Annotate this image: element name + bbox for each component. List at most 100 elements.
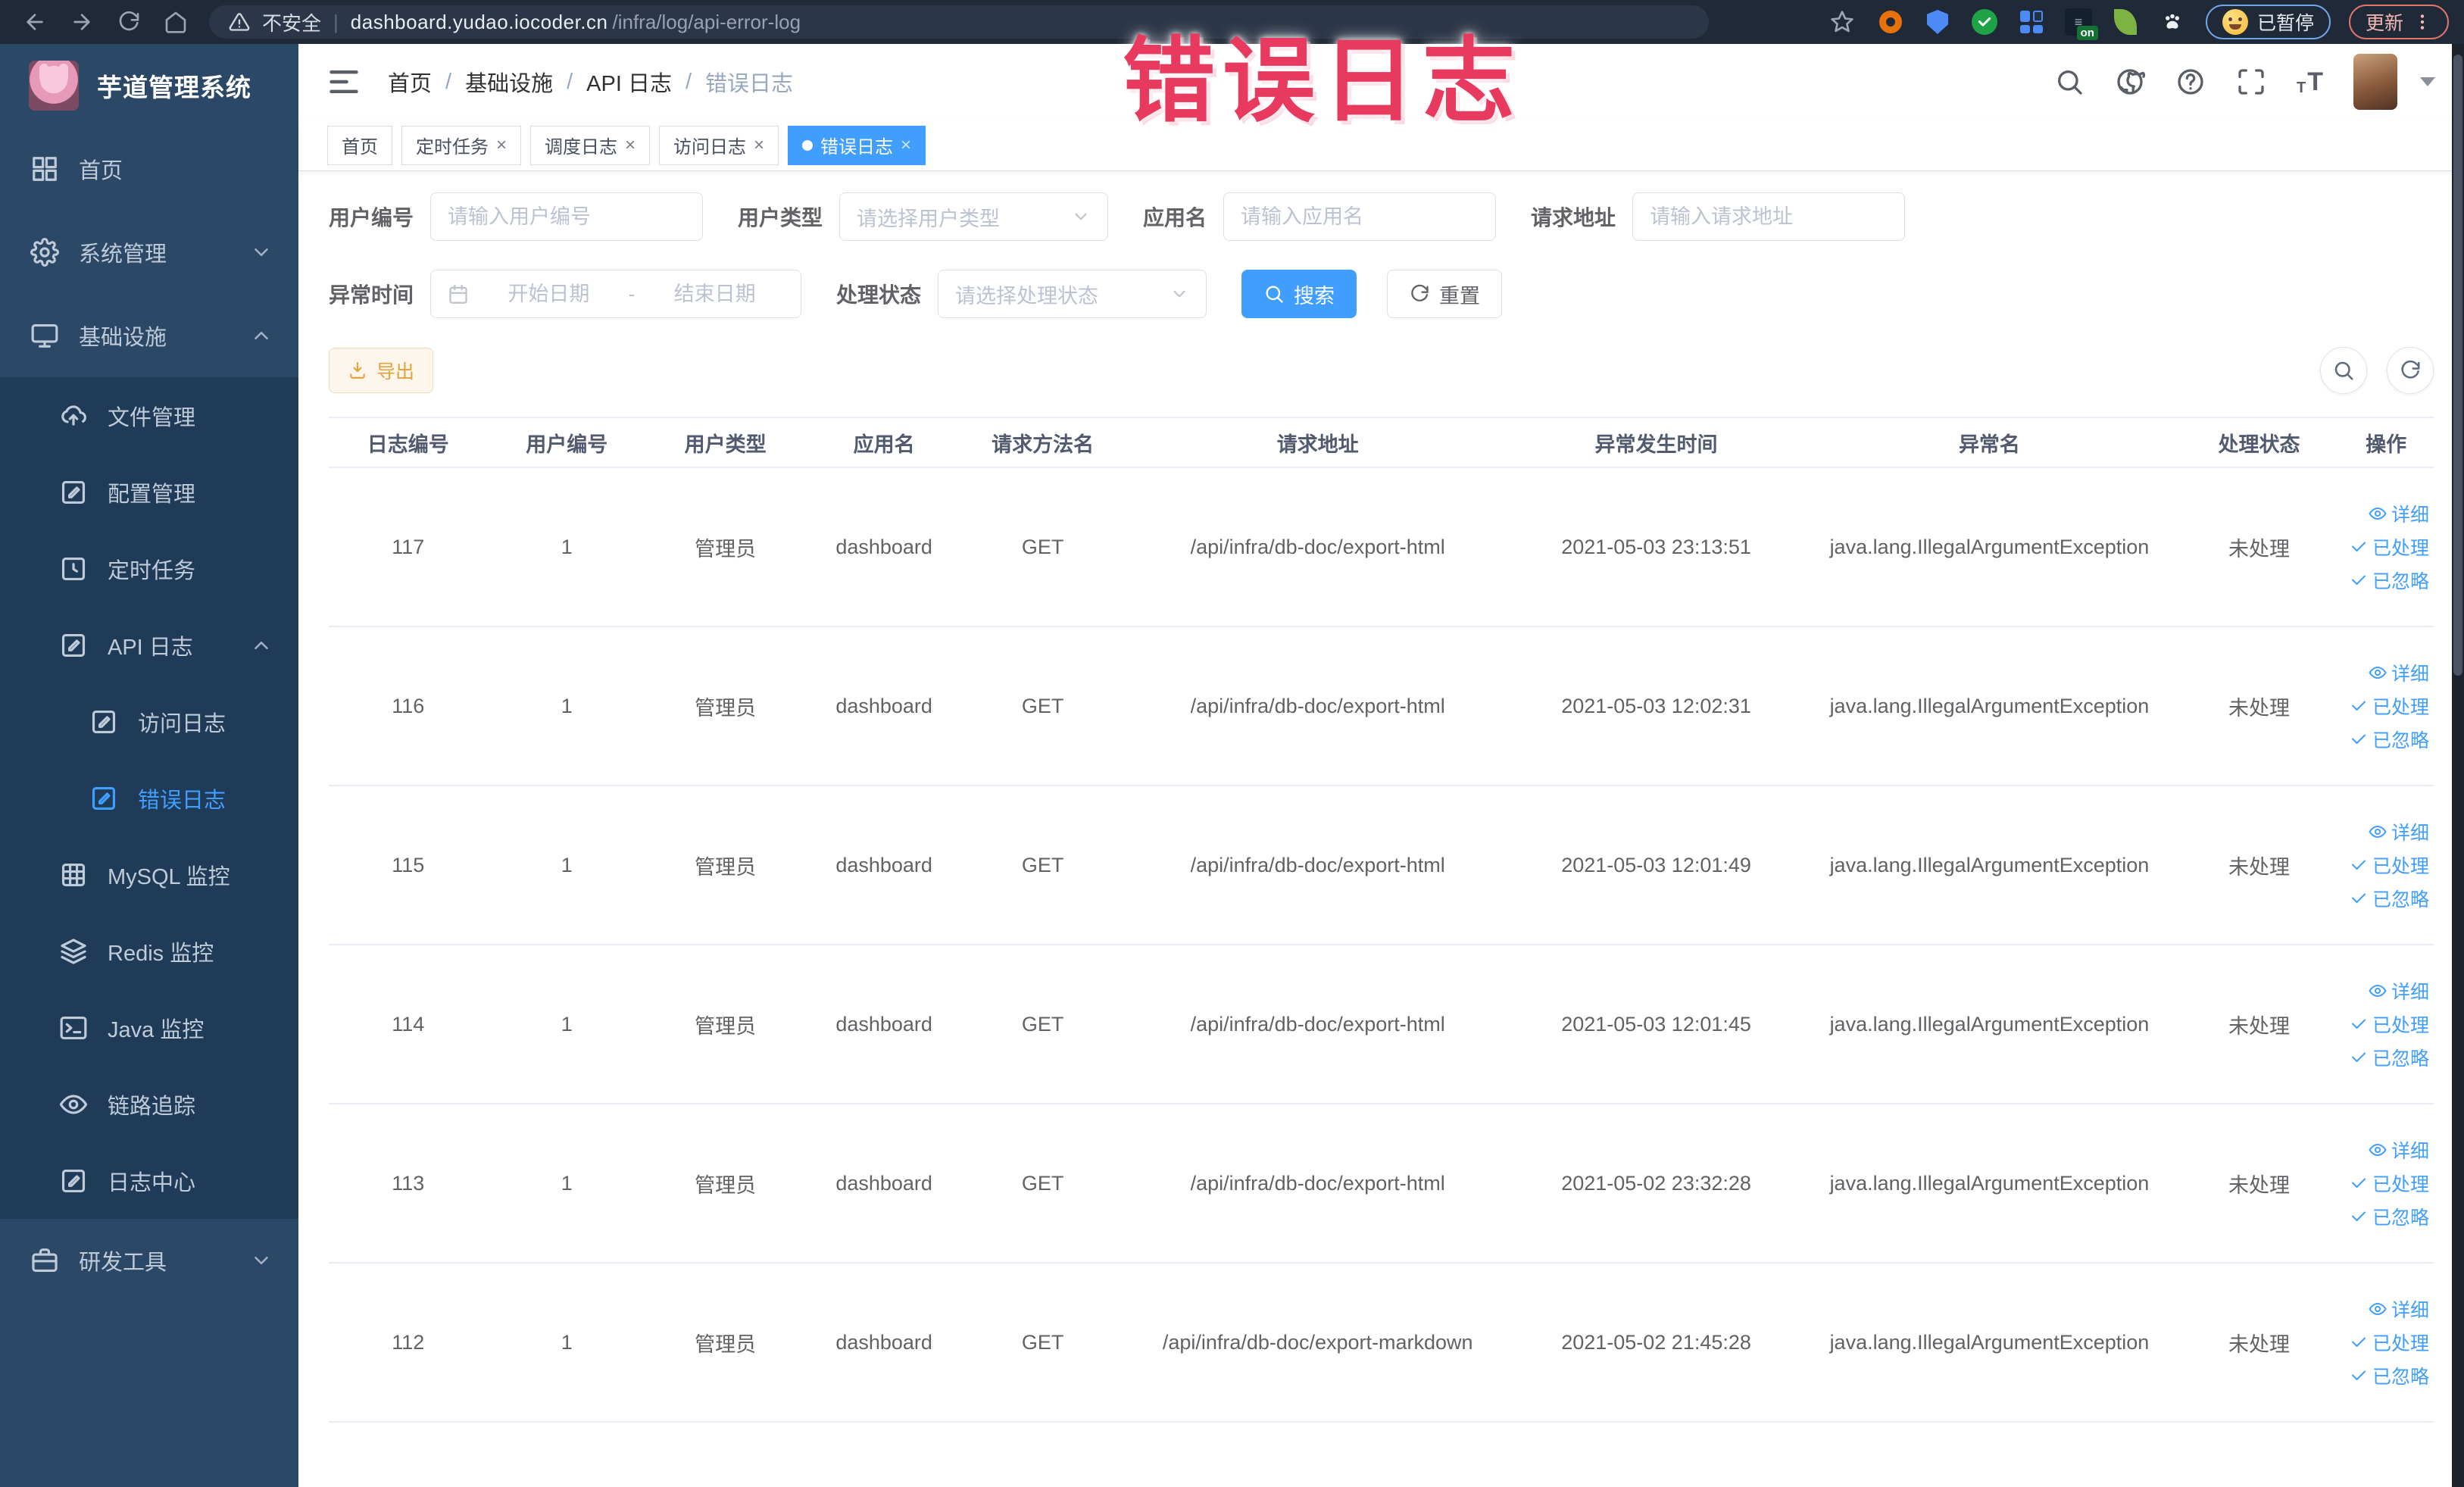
- tab-错误日志[interactable]: 错误日志 ×: [788, 125, 926, 165]
- user-avatar[interactable]: [2353, 54, 2397, 110]
- app-logo[interactable]: 芋道管理系统: [0, 44, 298, 127]
- action-详细[interactable]: 详细: [2369, 818, 2429, 845]
- export-button[interactable]: 导出: [329, 348, 434, 393]
- sidebar-item-infra[interactable]: 基础设施: [0, 294, 298, 377]
- ext-green-check-icon[interactable]: [1969, 7, 2000, 37]
- tab-close-icon[interactable]: ×: [901, 136, 911, 155]
- action-已忽略[interactable]: 已忽略: [2350, 1044, 2429, 1071]
- user-menu-caret-icon[interactable]: [2420, 77, 2435, 86]
- url-path[interactable]: /infra/log/api-error-log: [612, 11, 801, 34]
- browser-forward-icon[interactable]: [62, 5, 101, 39]
- tab-close-icon[interactable]: ×: [754, 136, 764, 155]
- search-button[interactable]: 搜索: [1241, 270, 1357, 318]
- extension-paused-pill[interactable]: 已暂停: [2205, 5, 2331, 39]
- process-status-select[interactable]: 请选择处理状态: [938, 270, 1207, 318]
- action-已处理[interactable]: 已处理: [2350, 533, 2429, 561]
- action-已处理[interactable]: 已处理: [2350, 1011, 2429, 1038]
- user-id-input[interactable]: [430, 192, 704, 241]
- reset-button[interactable]: 重置: [1387, 270, 1503, 318]
- action-已忽略[interactable]: 已忽略: [2350, 885, 2429, 912]
- action-已忽略[interactable]: 已忽略: [2350, 1203, 2429, 1230]
- browser-reload-icon[interactable]: [109, 5, 148, 39]
- url-domain[interactable]: dashboard.yudao.iocoder.cn: [351, 11, 608, 34]
- action-详细[interactable]: 详细: [2369, 1295, 2429, 1323]
- tab-定时任务[interactable]: 定时任务 ×: [401, 125, 522, 165]
- sidebar-item-system[interactable]: 系统管理: [0, 211, 298, 294]
- sidebar-item-trace[interactable]: 链路追踪: [0, 1066, 298, 1142]
- security-label[interactable]: 不安全: [262, 8, 321, 36]
- sidebar-item-java[interactable]: Java 监控: [0, 989, 298, 1066]
- action-详细[interactable]: 详细: [2369, 500, 2429, 527]
- bookmark-star-icon[interactable]: [1827, 7, 1857, 37]
- cell-id: 115: [329, 786, 488, 945]
- tab-访问日志[interactable]: 访问日志 ×: [659, 125, 779, 165]
- app-name-input[interactable]: [1223, 192, 1497, 241]
- tab-close-icon[interactable]: ×: [496, 136, 507, 155]
- chrome-update-pill[interactable]: 更新: [2348, 5, 2449, 39]
- browser-menu-kebab-icon[interactable]: [2412, 12, 2432, 32]
- infra-icon: [30, 321, 59, 350]
- help-icon[interactable]: [2175, 67, 2206, 97]
- breadcrumb-item[interactable]: API 日志: [586, 66, 672, 98]
- breadcrumb: 首页 / 基础设施 / API 日志 / 错误日志: [388, 66, 793, 98]
- sidebar-item-label: 定时任务: [108, 558, 196, 583]
- breadcrumb-separator: /: [567, 69, 573, 94]
- sidebar-item-home[interactable]: 首页: [0, 127, 298, 211]
- scrollbar-thumb[interactable]: [2453, 55, 2462, 676]
- cell-id: 114: [329, 945, 488, 1104]
- sidebar-item-job[interactable]: 定时任务: [0, 530, 298, 607]
- ext-on-toggle-icon[interactable]: ≡ on: [2063, 7, 2098, 40]
- request-url-input[interactable]: [1632, 192, 1906, 241]
- tab-首页[interactable]: 首页: [327, 125, 392, 165]
- sidebar-item-error-log[interactable]: 错误日志: [0, 760, 298, 836]
- sidebar-item-api-log[interactable]: API 日志: [0, 607, 298, 683]
- action-已处理[interactable]: 已处理: [2350, 692, 2429, 720]
- address-bar[interactable]: 不安全 | dashboard.yudao.iocoder.cn/infra/l…: [209, 5, 1709, 39]
- action-已忽略[interactable]: 已忽略: [2350, 567, 2429, 594]
- tab-close-icon[interactable]: ×: [625, 136, 636, 155]
- sidebar-item-mysql[interactable]: MySQL 监控: [0, 836, 298, 913]
- sidebar-item-log-center[interactable]: 日志中心: [0, 1142, 298, 1219]
- user-type-select[interactable]: 请选择用户类型: [839, 192, 1109, 241]
- hide-search-button[interactable]: [2320, 347, 2367, 394]
- ext-blue-shield-icon[interactable]: [1922, 7, 1953, 37]
- table-row: 117 1 管理员 dashboard GET/api/infra/db-doc/exp…: [329, 467, 2434, 627]
- header-search-icon[interactable]: [2054, 67, 2085, 97]
- sidebar-item-access-log[interactable]: 访问日志: [0, 683, 298, 760]
- sidebar-item-config[interactable]: 配置管理: [0, 454, 298, 530]
- github-icon[interactable]: [2115, 67, 2145, 97]
- breadcrumb-item[interactable]: 基础设施: [465, 66, 553, 98]
- fullscreen-icon[interactable]: [2236, 67, 2266, 97]
- sidebar-item-label: 链路追踪: [108, 1094, 196, 1119]
- ext-orange-donut-icon[interactable]: [1875, 7, 1906, 37]
- action-已忽略[interactable]: 已忽略: [2350, 1362, 2429, 1389]
- not-secure-warning-icon[interactable]: [229, 11, 250, 33]
- ext-green-leaf-icon[interactable]: [2110, 7, 2141, 37]
- action-已处理[interactable]: 已处理: [2350, 851, 2429, 879]
- action-详细[interactable]: 详细: [2369, 1136, 2429, 1164]
- action-详细[interactable]: 详细: [2369, 659, 2429, 686]
- action-已忽略[interactable]: 已忽略: [2350, 726, 2429, 753]
- action-已处理[interactable]: 已处理: [2350, 1329, 2429, 1356]
- refresh-table-button[interactable]: [2387, 347, 2434, 394]
- tab-调度日志[interactable]: 调度日志 ×: [530, 125, 651, 165]
- browser-back-icon[interactable]: [15, 5, 55, 39]
- browser-home-icon[interactable]: [156, 5, 195, 39]
- breadcrumb-item[interactable]: 首页: [388, 66, 432, 98]
- page-scrollbar[interactable]: [2452, 44, 2464, 1487]
- sidebar-fold-icon[interactable]: [327, 65, 361, 98]
- end-date-input[interactable]: [645, 282, 784, 306]
- redis-icon: [59, 937, 88, 966]
- action-详细[interactable]: 详细: [2369, 977, 2429, 1004]
- sidebar-item-file[interactable]: 文件管理: [0, 377, 298, 454]
- sidebar-item-redis[interactable]: Redis 监控: [0, 913, 298, 989]
- font-size-icon[interactable]: TT: [2297, 67, 2323, 97]
- action-已处理[interactable]: 已处理: [2350, 1170, 2429, 1197]
- date-range-picker[interactable]: -: [430, 270, 802, 318]
- ext-white-paw-icon[interactable]: [2157, 7, 2188, 37]
- cell-user_type: 管理员: [645, 626, 805, 786]
- sidebar-item-label: 日志中心: [108, 1170, 196, 1195]
- ext-blue-grid-icon[interactable]: [2016, 7, 2047, 37]
- sidebar-item-dev-tools[interactable]: 研发工具: [0, 1219, 298, 1302]
- start-date-input[interactable]: [479, 282, 618, 306]
